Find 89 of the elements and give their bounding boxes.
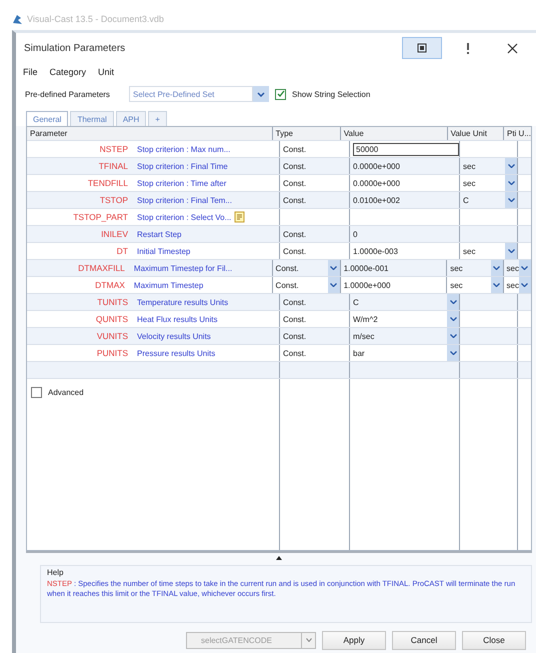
parameter-name: NSTEP — [100, 144, 128, 154]
type-cell: Const. — [283, 230, 306, 238]
value-cell: 1.0000e-003 — [353, 246, 398, 256]
column-header: Value Unit — [448, 127, 504, 140]
parameter-description: Initial Timestep — [137, 246, 190, 256]
menu-item[interactable]: Category — [50, 67, 86, 77]
value-cell: 0 — [353, 230, 358, 238]
tab[interactable]: APH — [116, 111, 146, 126]
parameter-name: QUNITS — [96, 314, 128, 324]
unit-cell: sec — [506, 280, 519, 290]
type-cell: Const. — [283, 144, 306, 154]
dialog-title: Simulation Parameters — [24, 42, 126, 54]
parameter-name: DTMAXFILL — [78, 263, 125, 273]
value-cell: 0.0000e+000 — [353, 178, 400, 188]
advanced-label: Advanced — [48, 388, 84, 397]
parameter-name: TSTOP — [100, 195, 128, 205]
predefined-set-field[interactable]: Select Pre-Defined Set — [129, 86, 253, 102]
parameter-description: Stop criterion : Final Tem... — [137, 196, 232, 204]
parameter-description: Stop criterion : Select Vo... — [137, 212, 232, 222]
column-header: Parameter — [27, 127, 273, 140]
type-cell: Const. — [283, 348, 306, 358]
value-cell: 0.0000e+000 — [353, 162, 400, 170]
unit-cell: sec — [463, 162, 476, 170]
column-header: Value — [340, 127, 448, 140]
parameter-name: INILEV — [101, 229, 128, 239]
unit-cell: sec — [450, 280, 463, 290]
parameter-name: TUNITS — [97, 297, 128, 307]
predefined-label: Pre-defined Parameters — [25, 90, 111, 98]
type-cell: Const. — [276, 264, 299, 272]
value-cell: 1.0000e-001 — [344, 264, 388, 272]
tab[interactable]: + — [148, 111, 167, 126]
parameter-name: DT — [116, 246, 128, 256]
type-cell: Const. — [283, 314, 306, 324]
type-cell: Const. — [283, 162, 306, 170]
value-cell: 1.0000e+000 — [344, 280, 390, 290]
type-cell: Const. — [283, 298, 306, 306]
restore-icon — [417, 43, 427, 53]
parameter-name: DTMAX — [95, 280, 125, 290]
tab[interactable]: Thermal — [70, 111, 114, 126]
parameter-description: Restart Step — [137, 230, 182, 238]
parameter-description: Maximum Timestep for Fil... — [134, 264, 232, 272]
show-string-checkbox[interactable] — [275, 88, 286, 100]
parameter-description: Stop criterion : Max num... — [137, 144, 230, 154]
type-cell: Const. — [283, 332, 306, 340]
menu-item[interactable]: Unit — [98, 67, 114, 77]
show-string-label: Show String Selection — [292, 90, 370, 98]
app-logo-icon — [12, 14, 23, 24]
parameter-name: PUNITS — [96, 348, 128, 358]
unit-cell: sec — [463, 178, 476, 188]
parameter-description: Maximum Timestep — [134, 280, 204, 290]
column-header: Type — [272, 127, 341, 140]
unit-cell: C — [463, 196, 469, 204]
type-cell: Const. — [283, 246, 306, 256]
type-cell: Const. — [276, 280, 299, 290]
note-icon[interactable] — [234, 211, 246, 223]
help-title: Help — [47, 568, 64, 577]
app-title: Visual-Cast 13.5 - Document3.vdb — [27, 14, 164, 24]
menu-item[interactable]: File — [23, 67, 38, 77]
dialog-button[interactable]: Cancel — [392, 630, 456, 650]
value-cell: 0.0100e+002 — [353, 196, 400, 204]
tab[interactable]: General — [26, 111, 68, 126]
unit-cell: sec — [506, 264, 519, 272]
type-cell: Const. — [283, 196, 306, 204]
value-cell: m/sec — [353, 332, 374, 340]
restore-button[interactable] — [402, 37, 442, 59]
type-cell: Const. — [283, 178, 306, 188]
dialog-button[interactable]: Apply — [322, 630, 386, 650]
parameter-name: TSTOP_PART — [73, 212, 128, 222]
parameter-name: VUNITS — [96, 331, 128, 341]
parameter-description: Velocity results Units — [137, 332, 211, 340]
value-cell: W/m^2 — [353, 314, 378, 324]
value-input-field[interactable]: 50000 — [353, 142, 459, 156]
value-cell: bar — [353, 348, 365, 358]
value-cell: C — [353, 298, 359, 306]
exclamation-icon — [466, 42, 470, 54]
parameter-description: Stop criterion : Time after — [137, 178, 226, 188]
unit-cell: sec — [463, 246, 476, 256]
unit-cell: sec — [450, 264, 463, 272]
dialog-button[interactable]: Close — [462, 630, 526, 650]
parameter-name: TENDFILL — [88, 178, 128, 188]
parameter-description: Pressure results Units — [137, 348, 216, 358]
parameter-name: TFINAL — [98, 161, 128, 171]
close-icon — [506, 42, 518, 54]
column-header: Pti U... — [506, 128, 532, 140]
parameter-description: Stop criterion : Final Time — [137, 162, 228, 170]
parameter-description: Temperature results Units — [137, 298, 228, 306]
advanced-checkbox[interactable] — [31, 387, 42, 398]
parameter-description: Heat Flux results Units — [137, 314, 218, 324]
splitter-handle-icon[interactable] — [276, 556, 282, 560]
